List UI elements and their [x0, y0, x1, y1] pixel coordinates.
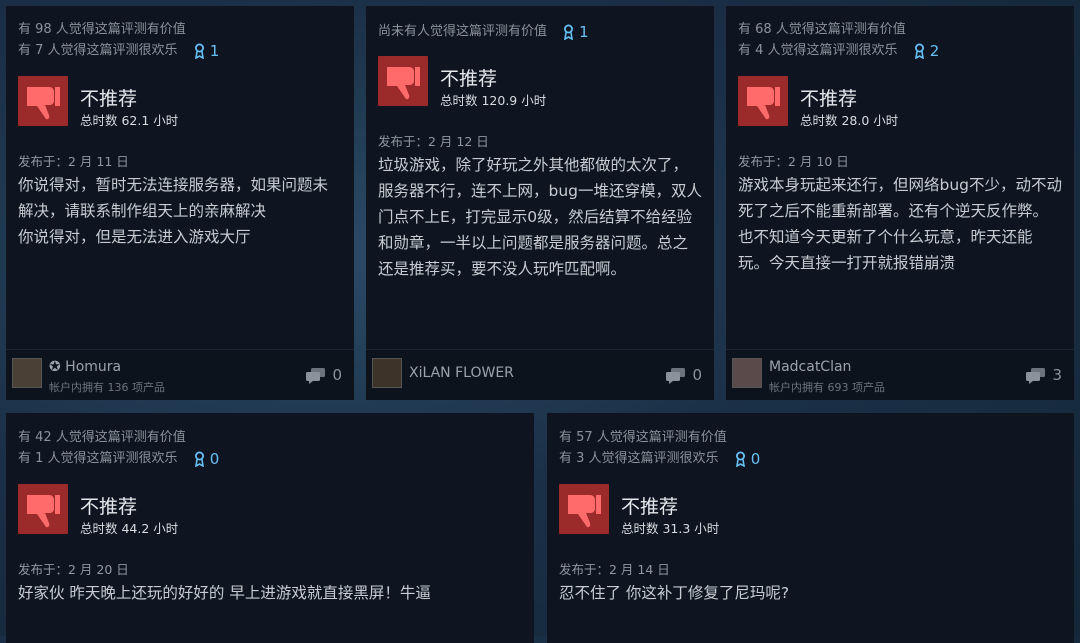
hours-played: 总时数 62.1 小时	[80, 113, 179, 128]
review-text: 好家伙 昨天晚上还玩的好好的 早上进游戏就直接黑屏！牛逼	[18, 584, 431, 602]
comment-bubbles-icon	[1026, 367, 1046, 384]
review-card[interactable]: 有 42 人觉得这篇评测有价值 有 1 人觉得这篇评测很欢乐 0 不推荐 总时数…	[6, 413, 534, 643]
helpful-count: 尚未有人觉得这篇评测有价值	[378, 24, 548, 39]
review-text: 你说得对，暂时无法连接服务器，如果问题未解决，请联系制作组天上的亲麻解决 你说得…	[18, 176, 329, 246]
award-badge[interactable]: 0	[194, 449, 220, 468]
funny-row: 有 7 人觉得这篇评测很欢乐 1	[18, 39, 219, 60]
avatar[interactable]	[12, 358, 42, 388]
award-count: 0	[209, 449, 220, 468]
thumbs-down-icon	[378, 56, 428, 106]
funny-count: 有 4 人觉得这篇评测很欢乐	[738, 43, 898, 58]
helpful-row: 尚未有人觉得这篇评测有价值 1	[378, 20, 589, 41]
thumbs-down-icon	[18, 484, 68, 534]
verdict-label: 不推荐	[440, 68, 498, 90]
award-count: 1	[579, 22, 589, 41]
award-count: 0	[750, 449, 761, 468]
products-owned: 帐户内拥有 693 项产品	[769, 381, 885, 394]
hours-played: 总时数 44.2 小时	[80, 521, 179, 536]
award-ribbon-icon	[194, 43, 204, 59]
funny-count: 有 3 人觉得这篇评测很欢乐	[559, 451, 719, 466]
award-badge[interactable]: 2	[914, 41, 940, 60]
posted-date: 发布于：2 月 20 日	[18, 562, 129, 577]
avatar[interactable]	[372, 358, 402, 388]
funny-count: 有 1 人觉得这篇评测很欢乐	[18, 451, 178, 466]
award-ribbon-icon	[194, 451, 204, 467]
comment-count-value: 0	[692, 366, 702, 384]
funny-count: 有 7 人觉得这篇评测很欢乐	[18, 43, 178, 58]
hours-played: 总时数 28.0 小时	[800, 113, 899, 128]
helpful-count: 有 42 人觉得这篇评测有价值	[18, 430, 186, 445]
review-footer: MadcatClan 帐户内拥有 693 项产品 3	[726, 349, 1074, 400]
thumbs-down-icon	[738, 76, 788, 126]
award-ribbon-icon	[914, 43, 924, 59]
award-count: 1	[209, 41, 220, 60]
comment-count[interactable]: 0	[666, 366, 702, 384]
award-ribbon-icon	[735, 451, 745, 467]
avatar[interactable]	[732, 358, 762, 388]
hours-played: 总时数 31.3 小时	[621, 521, 720, 536]
award-badge[interactable]: 1	[194, 41, 220, 60]
award-badge[interactable]: 1	[563, 23, 589, 41]
posted-date: 发布于：2 月 11 日	[18, 154, 129, 169]
posted-date: 发布于：2 月 14 日	[559, 562, 670, 577]
products-owned: 帐户内拥有 136 项产品	[49, 381, 165, 394]
comment-count-value: 0	[332, 366, 342, 384]
review-footer: XiLAN FLOWER 0	[366, 349, 714, 400]
comment-bubbles-icon	[306, 367, 326, 384]
posted-date: 发布于：2 月 10 日	[738, 154, 849, 169]
helpful-count: 有 98 人觉得这篇评测有价值	[18, 22, 186, 37]
funny-row: 有 3 人觉得这篇评测很欢乐 0	[559, 447, 760, 468]
author-name[interactable]: MadcatClan	[769, 359, 851, 375]
author-name[interactable]: XiLAN FLOWER	[409, 365, 514, 381]
helpful-count: 有 57 人觉得这篇评测有价值	[559, 430, 727, 445]
review-text: 忍不住了 你这补丁修复了尼玛呢?	[559, 584, 790, 602]
review-card[interactable]: 有 57 人觉得这篇评测有价值 有 3 人觉得这篇评测很欢乐 0 不推荐 总时数…	[547, 413, 1074, 643]
review-card[interactable]: 有 98 人觉得这篇评测有价值 有 7 人觉得这篇评测很欢乐 1 不推荐 总时数…	[6, 6, 354, 400]
verdict-label: 不推荐	[80, 88, 138, 110]
review-text: 垃圾游戏，除了好玩之外其他都做的太次了，服务器不行，连不上网，bug一堆还穿模，…	[378, 156, 703, 278]
comment-count[interactable]: 0	[306, 366, 342, 384]
funny-row: 有 4 人觉得这篇评测很欢乐 2	[738, 39, 939, 60]
comment-count-value: 3	[1052, 366, 1062, 384]
review-text: 游戏本身玩起来还行，但网络bug不少，动不动死了之后不能重新部署。还有个逆天反作…	[738, 176, 1063, 272]
comment-count[interactable]: 3	[1026, 366, 1062, 384]
review-card[interactable]: 有 68 人觉得这篇评测有价值 有 4 人觉得这篇评测很欢乐 2 不推荐 总时数…	[726, 6, 1074, 400]
award-count: 2	[929, 41, 940, 60]
comment-bubbles-icon	[666, 367, 686, 384]
verdict-label: 不推荐	[800, 88, 858, 110]
award-badge[interactable]: 0	[735, 449, 761, 468]
helpful-count: 有 68 人觉得这篇评测有价值	[738, 22, 906, 37]
hours-played: 总时数 120.9 小时	[440, 93, 547, 108]
review-footer: ✪ Homura 帐户内拥有 136 项产品 0	[6, 349, 354, 400]
thumbs-down-icon	[18, 76, 68, 126]
award-ribbon-icon	[564, 24, 574, 40]
verdict-label: 不推荐	[621, 496, 679, 518]
thumbs-down-icon	[559, 484, 609, 534]
funny-row: 有 1 人觉得这篇评测很欢乐 0	[18, 447, 219, 468]
posted-date: 发布于：2 月 12 日	[378, 134, 489, 149]
review-card[interactable]: 尚未有人觉得这篇评测有价值 1 不推荐 总时数 120.9 小时 发布于：2 月…	[366, 6, 714, 400]
author-name[interactable]: ✪ Homura	[49, 359, 121, 375]
verdict-label: 不推荐	[80, 496, 138, 518]
